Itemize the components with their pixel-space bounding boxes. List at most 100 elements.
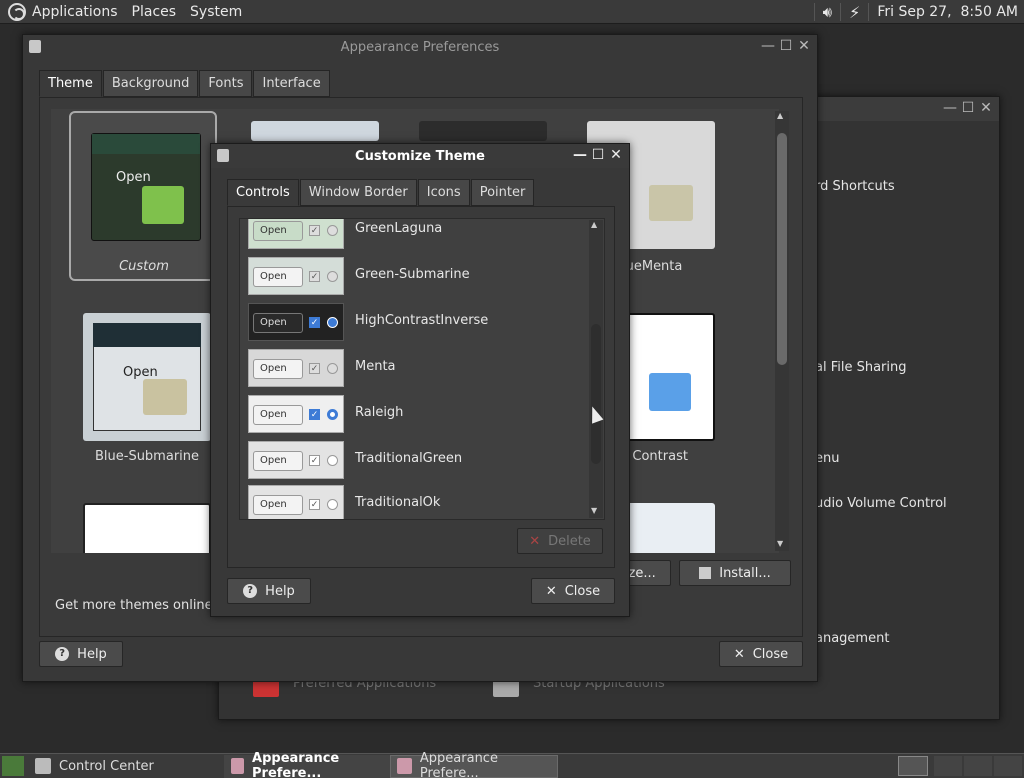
help-button[interactable]: ? Help — [39, 641, 123, 667]
install-icon — [699, 567, 712, 579]
workspace-2[interactable] — [934, 756, 962, 776]
thumb-open-label: Open — [116, 170, 151, 185]
theme-thumb-5 — [419, 121, 547, 141]
cc-item-keyboard-shortcuts[interactable]: rd Shortcuts — [815, 179, 895, 194]
workspace-4[interactable] — [994, 756, 1022, 776]
folder-icon — [143, 379, 187, 415]
task-label: Appearance Prefere... — [419, 751, 498, 778]
install-button[interactable]: Install... — [679, 560, 791, 586]
network-icon[interactable]: ⚡︎ — [849, 3, 860, 22]
appearance-task-icon — [231, 758, 245, 774]
minimize-icon[interactable]: — — [761, 38, 775, 54]
customize-help-button[interactable]: ? Help — [227, 578, 311, 604]
list-item-raleigh[interactable]: Open ✓ Raleigh — [248, 391, 598, 437]
list-item-traditionalgreen[interactable]: Open ✓ TraditionalGreen — [248, 437, 598, 483]
theme-name: TraditionalOk — [355, 495, 441, 510]
control-center-icon — [35, 758, 51, 774]
delete-button[interactable]: ✕ Delete — [517, 528, 603, 554]
customize-close-button[interactable]: ✕ Close — [531, 578, 615, 604]
theme-thumb-custom: Open — [91, 133, 201, 241]
minimize-icon[interactable]: — — [573, 147, 587, 163]
tab-pointer[interactable]: Pointer — [470, 179, 535, 206]
task-control-center[interactable]: Control Center — [28, 755, 224, 778]
theme-scrollbar-track[interactable]: ▲ ▼ — [775, 111, 789, 551]
appearance-icon — [29, 40, 41, 53]
folder-icon — [649, 185, 693, 221]
close-label: Close — [564, 583, 601, 599]
list-item-traditionalok[interactable]: Open ✓ TraditionalOk — [248, 481, 598, 519]
customize-titlebar[interactable]: Customize Theme — ☐ ✕ — [211, 144, 629, 168]
close-button[interactable]: ✕ Close — [719, 641, 803, 667]
theme-thumb-blue-submarine: Open — [83, 313, 211, 441]
workspace-switcher[interactable] — [898, 756, 928, 776]
controls-scroll-thumb[interactable] — [591, 324, 601, 464]
help-label: Help — [265, 583, 295, 599]
window-buttons: — ☐ ✕ — [943, 100, 993, 116]
tab-window-border[interactable]: Window Border — [299, 179, 417, 206]
applications-menu[interactable]: Applications — [32, 4, 118, 20]
close-icon[interactable]: ✕ — [979, 100, 993, 116]
mate-logo-icon[interactable] — [8, 2, 26, 21]
cc-item-file-sharing[interactable]: al File Sharing — [815, 360, 907, 375]
bottom-panel: Control Center Appearance Prefere... App… — [0, 751, 1024, 778]
theme-name: GreenLaguna — [355, 221, 443, 236]
workspace-3[interactable] — [964, 756, 992, 776]
maximize-icon[interactable]: ☐ — [591, 147, 605, 163]
volume-icon[interactable]: 🔊︎ — [823, 3, 832, 21]
theme-name: TraditionalGreen — [355, 451, 463, 466]
system-menu[interactable]: System — [190, 4, 242, 20]
theme-label-blue-submarine: Blue-Submarine — [94, 449, 200, 464]
close-label: Close — [752, 646, 789, 662]
appearance-titlebar[interactable]: Appearance Preferences — ☐ ✕ — [23, 35, 817, 59]
task-appearance-1[interactable]: Appearance Prefere... — [224, 751, 390, 778]
folder-icon — [649, 373, 691, 411]
tab-interface[interactable]: Interface — [253, 70, 330, 97]
minimize-icon[interactable]: — — [943, 100, 957, 116]
controls-scrollbar[interactable]: ▲ ▼ — [589, 220, 603, 518]
controls-list: Open ✓ GreenLaguna Open ✓ Green-Submarine … — [239, 218, 605, 520]
appearance-task-icon — [397, 758, 412, 774]
maximize-icon[interactable]: ☐ — [779, 38, 793, 54]
scroll-down-icon[interactable]: ▼ — [777, 539, 783, 548]
thumb-open-label-2: Open — [123, 365, 158, 380]
theme-scroll-thumb[interactable] — [777, 133, 787, 365]
task-appearance-2[interactable]: Appearance Prefere... — [390, 751, 558, 778]
list-item-menta[interactable]: Open ✓ Menta — [248, 345, 598, 391]
theme-name: Green-Submarine — [355, 267, 470, 282]
cc-item-menu[interactable]: enu — [815, 451, 839, 466]
close-icon[interactable]: ✕ — [797, 38, 811, 54]
list-item-highcontrastinverse[interactable]: Open ✓ HighContrastInverse — [248, 299, 598, 345]
customize-theme-window: Customize Theme — ☐ ✕ Controls Window Bo… — [210, 143, 630, 617]
help-label: Help — [77, 646, 107, 662]
list-item-green-submarine[interactable]: Open ✓ Green-Submarine — [248, 253, 598, 299]
customize-title: Customize Theme — [355, 148, 485, 164]
get-more-themes-link[interactable]: Get more themes online — [55, 598, 213, 613]
help-icon: ? — [243, 584, 258, 598]
places-menu[interactable]: Places — [132, 4, 177, 20]
tab-background[interactable]: Background — [102, 70, 199, 97]
maximize-icon[interactable]: ☐ — [961, 100, 975, 116]
install-label: Install... — [719, 565, 771, 581]
close-icon[interactable]: ✕ — [609, 147, 623, 163]
show-desktop-icon[interactable] — [2, 756, 24, 776]
delete-label: Delete — [548, 533, 591, 549]
theme-name: Raleigh — [355, 405, 404, 420]
delete-icon: ✕ — [529, 533, 541, 549]
theme-label-custom: Custom — [119, 259, 169, 274]
folder-icon — [142, 186, 184, 224]
tab-theme[interactable]: Theme — [39, 70, 102, 97]
tab-controls[interactable]: Controls — [227, 179, 299, 206]
clock[interactable]: Fri Sep 27, 8:50 AM — [877, 4, 1018, 20]
cc-item-management[interactable]: anagement — [815, 631, 889, 646]
tab-icons[interactable]: Icons — [417, 179, 470, 206]
tab-fonts[interactable]: Fonts — [199, 70, 253, 97]
task-label: Control Center — [59, 758, 154, 774]
list-item-greenlaguna[interactable]: Open ✓ GreenLaguna — [248, 219, 598, 253]
scroll-down-icon[interactable]: ▼ — [591, 506, 597, 515]
window-title: Appearance Preferences — [340, 39, 500, 55]
scroll-up-icon[interactable]: ▲ — [591, 220, 597, 229]
theme-name: HighContrastInverse — [355, 313, 489, 328]
cc-item-volume[interactable]: udio Volume Control — [815, 496, 947, 511]
customize-icon — [217, 149, 229, 162]
scroll-up-icon[interactable]: ▲ — [777, 111, 783, 120]
